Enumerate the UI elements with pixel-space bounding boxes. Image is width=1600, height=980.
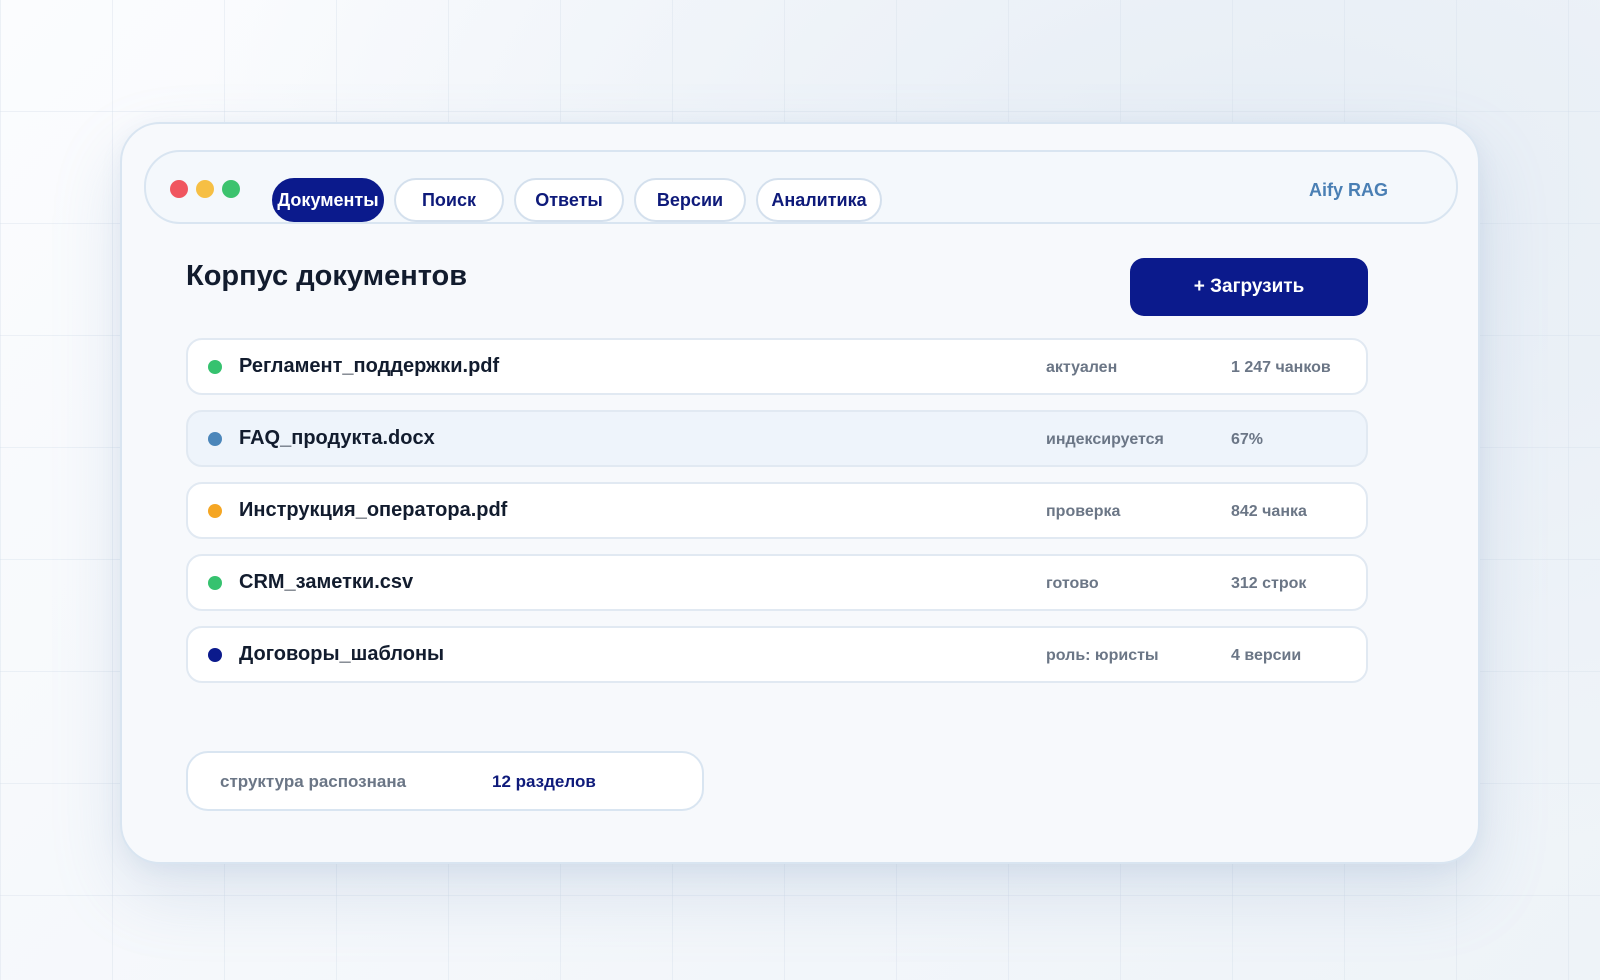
status-dot-icon (208, 432, 222, 446)
document-row[interactable]: Инструкция_оператора.pdf проверка 842 ча… (186, 482, 1368, 539)
structure-label: структура распознана (220, 772, 407, 791)
upload-button[interactable]: + Загрузить (1130, 258, 1368, 316)
document-meta: 67% (1231, 431, 1264, 448)
document-row[interactable]: Регламент_поддержки.pdf актуален 1 247 ч… (186, 338, 1368, 395)
status-dot-icon (208, 360, 222, 374)
page-title: Корпус документов (186, 260, 468, 292)
document-name: FAQ_продукта.docx (239, 427, 435, 449)
brand-label: Aify RAG (1308, 180, 1388, 200)
status-dot-icon (208, 504, 222, 518)
document-meta: 1 247 чанков (1231, 359, 1331, 376)
document-status: индексируется (1046, 431, 1164, 448)
tab-versions[interactable]: Версии (634, 178, 746, 222)
document-row[interactable]: Договоры_шаблоны роль: юристы 4 версии (186, 626, 1368, 683)
document-name: CRM_заметки.csv (239, 571, 414, 593)
app-window: Документы Поиск Ответы Версии Аналитика … (120, 122, 1480, 864)
status-dot-icon (208, 576, 222, 590)
document-meta: 4 версии (1231, 647, 1302, 664)
document-name: Договоры_шаблоны (239, 643, 445, 665)
status-dot-icon (208, 648, 222, 662)
document-name: Регламент_поддержки.pdf (239, 355, 500, 377)
tab-bar: Документы Поиск Ответы Версии Аналитика (272, 178, 882, 222)
tab-documents[interactable]: Документы (272, 178, 384, 222)
tab-answers[interactable]: Ответы (514, 178, 624, 222)
document-list: Регламент_поддержки.pdf актуален 1 247 ч… (186, 338, 1368, 698)
structure-summary: структура распознана 12 разделов (186, 751, 704, 811)
tab-search[interactable]: Поиск (394, 178, 504, 222)
tab-analytics[interactable]: Аналитика (756, 178, 882, 222)
document-meta: 312 строк (1231, 575, 1307, 592)
document-meta: 842 чанка (1231, 503, 1307, 520)
document-row[interactable]: CRM_заметки.csv готово 312 строк (186, 554, 1368, 611)
document-name: Инструкция_оператора.pdf (239, 499, 508, 521)
document-status: готово (1046, 575, 1099, 592)
minimize-window-button[interactable] (196, 180, 214, 198)
document-status: роль: юристы (1046, 647, 1159, 664)
title-bar: Документы Поиск Ответы Версии Аналитика … (144, 150, 1458, 224)
structure-value: 12 разделов (492, 772, 596, 791)
document-row[interactable]: FAQ_продукта.docx индексируется 67% (186, 410, 1368, 467)
maximize-window-button[interactable] (222, 180, 240, 198)
document-status: проверка (1046, 503, 1121, 520)
document-status: актуален (1046, 359, 1118, 376)
close-window-button[interactable] (170, 180, 188, 198)
